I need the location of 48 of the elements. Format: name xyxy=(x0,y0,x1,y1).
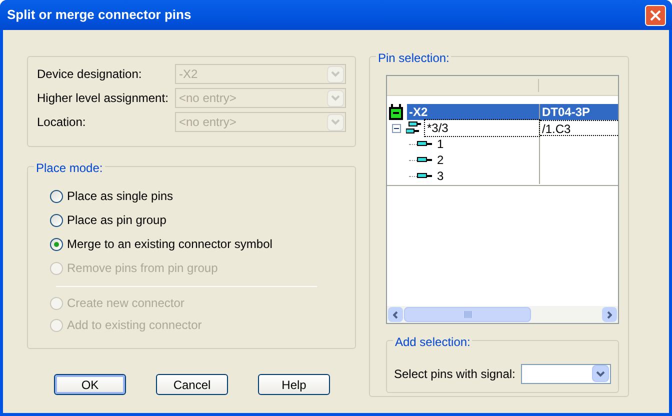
dialog-button[interactable]: Help xyxy=(258,374,330,395)
close-icon xyxy=(650,10,661,20)
radio-button[interactable] xyxy=(50,190,63,202)
scroll-left-button[interactable] xyxy=(388,307,403,322)
radio-label: Remove pins from pin group xyxy=(67,260,218,277)
radio-label: Place as pin group xyxy=(67,212,166,229)
window-title: Split or merge connector pins xyxy=(7,6,192,24)
radio-label: Merge to an existing connector symbol xyxy=(67,236,272,253)
chevron-down-icon xyxy=(596,370,605,376)
grip-icon xyxy=(464,311,472,318)
scroll-right-button[interactable] xyxy=(602,307,617,322)
tree-item[interactable]: -X2 xyxy=(407,104,539,120)
tree-item[interactable]: 2 xyxy=(435,152,539,168)
dialog-button[interactable]: Cancel xyxy=(156,374,228,395)
signal-dropdown[interactable] xyxy=(521,364,611,384)
chevron-down-icon xyxy=(331,119,340,125)
tree-item[interactable]: 1 xyxy=(435,136,539,152)
radio-button[interactable] xyxy=(50,214,63,226)
pin-icon xyxy=(417,173,432,179)
pin-group-icon xyxy=(406,121,422,135)
chevron-right-icon xyxy=(607,310,612,318)
tree-item[interactable]: *3/3 xyxy=(425,120,539,136)
scroll-thumb[interactable] xyxy=(404,307,531,322)
plug-icon xyxy=(388,104,404,120)
radio-label: Add to existing connector xyxy=(67,317,202,334)
dropdown-value: -X2 xyxy=(179,66,198,83)
dialog-button[interactable]: OK xyxy=(54,374,126,395)
dropdown-value: <no entry> xyxy=(179,114,236,131)
dropdown-value: <no entry> xyxy=(179,90,236,107)
field-label: Select pins with signal: xyxy=(394,366,516,382)
horizontal-scrollbar[interactable] xyxy=(387,306,618,323)
chevron-left-icon xyxy=(393,310,398,318)
close-button[interactable] xyxy=(645,4,666,26)
radio-button[interactable] xyxy=(50,238,63,250)
field-label: Location: xyxy=(37,114,87,131)
pin-icon xyxy=(417,141,432,147)
pin-icon xyxy=(417,157,432,163)
dropdown-arrow-button[interactable] xyxy=(592,365,609,382)
radio-label: Create new connector xyxy=(67,295,184,312)
tree-cell: DT04-3P xyxy=(540,104,618,120)
chevron-down-icon xyxy=(331,71,340,77)
chevron-down-icon xyxy=(331,95,340,101)
field-label: Device designation: xyxy=(37,66,143,83)
collapse-toggle[interactable] xyxy=(392,124,401,132)
radio-label: Place as single pins xyxy=(67,188,174,205)
tree-cell: /1.C3 xyxy=(540,120,618,136)
tree-item[interactable]: 3 xyxy=(435,168,539,184)
field-label: Higher level assignment: xyxy=(37,90,170,107)
